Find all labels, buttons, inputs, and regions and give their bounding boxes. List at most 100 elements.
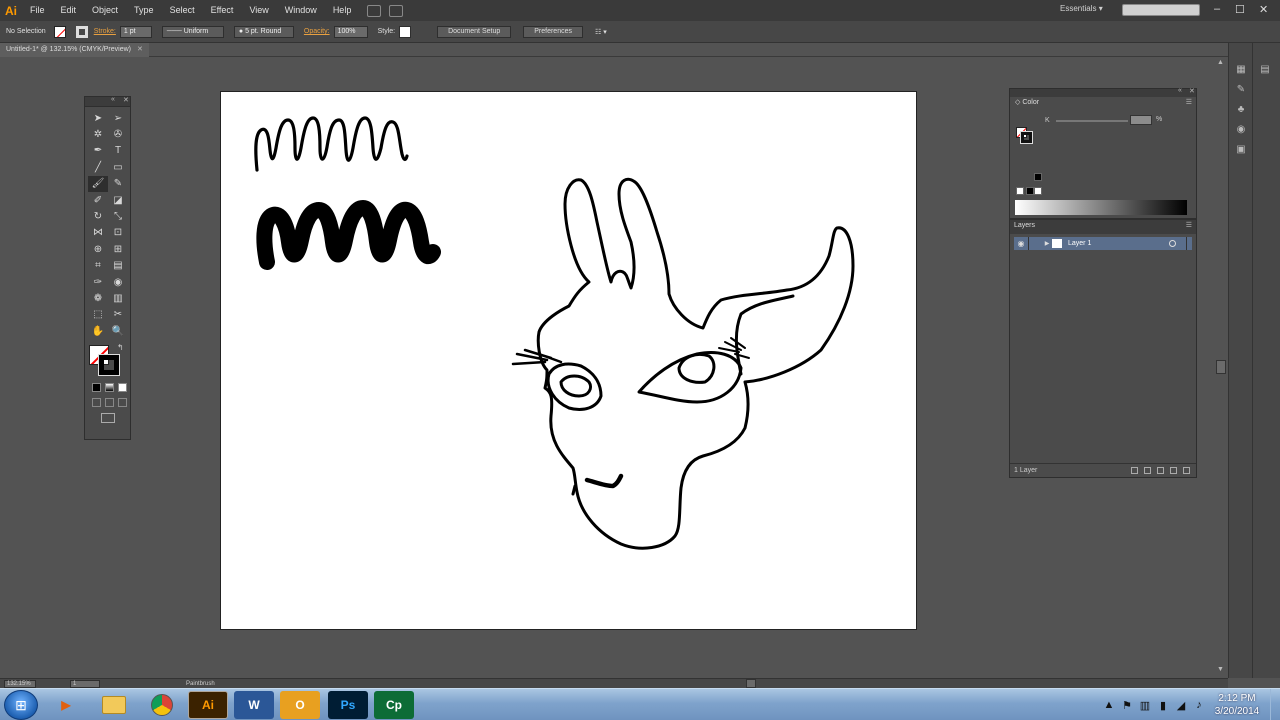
delete-layer-icon[interactable] [1183,467,1190,474]
collapse-icon[interactable]: « [1178,87,1182,94]
network-icon[interactable]: ▥ [1136,699,1154,712]
signal-icon[interactable]: ◢ [1172,699,1190,712]
pencil-tool-icon[interactable]: ✎ [108,176,128,192]
menu-object[interactable]: Object [84,0,126,21]
blend-tool-icon[interactable]: ◉ [108,274,128,290]
change-screen-mode-icon[interactable] [101,413,115,424]
stroke-swatch[interactable] [75,25,88,38]
close-panel-icon[interactable]: ✕ [123,96,129,104]
vertical-scrollbar[interactable]: ▲ ▼ [1214,57,1228,678]
zoom-level-field[interactable]: 132.15% [4,680,36,688]
scroll-down-icon[interactable]: ▼ [1217,666,1224,673]
arrange-icon[interactable]: ☷ ▾ [595,28,607,36]
minimize-button[interactable]: – [1214,3,1220,15]
show-desktop-button[interactable] [1270,689,1280,720]
k-slider[interactable] [1056,120,1128,122]
last-color-swatch[interactable] [1034,173,1042,181]
preferences-button[interactable]: Preferences [523,25,583,38]
fill-swatch[interactable] [53,25,66,38]
graphic-style-swatch[interactable] [399,25,412,38]
pen-tool-icon[interactable]: ✒ [88,143,108,159]
none-swatch[interactable] [1016,187,1024,195]
color-guide-icon[interactable]: ▦ [1229,59,1253,79]
flag-icon[interactable]: ⚑ [1118,699,1136,712]
gradient-tool-icon[interactable]: ▤ [108,258,128,274]
shape-builder-tool-icon[interactable]: ⊕ [88,241,108,257]
menu-type[interactable]: Type [126,0,162,21]
visibility-eye-icon[interactable]: ◉ [1014,239,1028,248]
stroke-label[interactable]: Stroke: [94,28,116,35]
eraser-tool-icon[interactable]: ◪ [108,192,128,208]
menu-window[interactable]: Window [277,0,325,21]
color-tab[interactable]: ◇ Color [1010,97,1045,109]
outlook-icon[interactable]: O [280,691,320,719]
start-button[interactable]: ⊞ [4,690,38,720]
brushes-icon[interactable]: ✎ [1229,79,1253,99]
new-layer-icon[interactable] [1170,467,1177,474]
color-stroke-swatch[interactable] [1020,131,1033,144]
mesh-tool-icon[interactable]: ⌗ [88,258,108,274]
lock-toggle[interactable] [1028,237,1042,250]
illustrator-icon[interactable]: Ai [188,691,228,719]
target-circle-icon[interactable] [1169,240,1176,247]
column-graph-tool-icon[interactable]: ▥ [108,290,128,306]
color-panel-strip[interactable]: « ✕ [1010,87,1196,97]
new-sublayer-icon[interactable] [1157,467,1164,474]
none-mode-button[interactable] [118,383,127,393]
layer-row[interactable]: ◉ ▶ Layer 1 [1014,237,1192,250]
draw-normal-icon[interactable] [92,398,101,408]
menu-select[interactable]: Select [162,0,203,21]
maximize-button[interactable]: ☐ [1235,3,1245,16]
hand-tool-icon[interactable]: ✋ [88,323,108,339]
document-tab[interactable]: Untitled-1* @ 132.15% (CMYK/Preview) ✕ [0,43,149,57]
expand-arrow-icon[interactable]: ▶ [1042,240,1052,247]
variable-width-profile[interactable]: ─── Uniform [161,25,224,38]
close-tab-icon[interactable]: ✕ [137,46,143,53]
power-icon[interactable]: ▮ [1154,699,1172,712]
stroke-weight-field[interactable]: 1 pt [119,25,152,38]
free-transform-tool-icon[interactable]: ⊡ [108,225,128,241]
current-tool-status[interactable]: Paintbrush [186,680,215,688]
arrange-documents-icon[interactable] [389,4,404,17]
captivate-icon[interactable]: Cp [374,691,414,719]
stroke-black-swatch[interactable] [98,354,120,377]
swap-fill-stroke-icon[interactable]: ↰ [117,343,124,352]
rotate-tool-icon[interactable]: ↻ [88,208,108,224]
layer-name[interactable]: Layer 1 [1068,240,1091,247]
black-swatch[interactable] [1026,187,1034,195]
color-spectrum-ramp[interactable] [1015,200,1187,215]
artboard-tool-icon[interactable]: ⬚ [88,307,108,323]
media-player-icon[interactable]: ▶ [46,691,86,719]
selection-tool-icon[interactable]: ➤ [88,110,108,126]
opacity-field[interactable]: 100% [333,25,368,38]
search-help-input[interactable] [1122,4,1200,16]
panel-menu-icon[interactable]: ☰ [1186,221,1192,229]
menu-edit[interactable]: Edit [53,0,85,21]
scroll-up-icon[interactable]: ▲ [1217,59,1224,66]
panel-menu-icon[interactable]: ☰ [1186,98,1192,106]
white-swatch[interactable] [1034,187,1042,195]
perspective-grid-tool-icon[interactable]: ⊞ [108,241,128,257]
word-icon[interactable]: W [234,691,274,719]
draw-inside-icon[interactable] [118,398,127,408]
magic-wand-tool-icon[interactable]: ✲ [88,126,108,142]
scale-tool-icon[interactable]: ⤡ [108,208,128,224]
symbol-sprayer-tool-icon[interactable]: ❁ [88,290,108,306]
direct-selection-tool-icon[interactable]: ➢ [108,110,128,126]
file-explorer-icon[interactable] [94,691,134,719]
width-tool-icon[interactable]: ⋈ [88,225,108,241]
bridge-icon[interactable] [367,4,382,17]
clipping-mask-icon[interactable] [1144,467,1151,474]
artboard[interactable] [220,91,917,630]
locate-object-icon[interactable] [1131,467,1138,474]
eyedropper-tool-icon[interactable]: ✑ [88,274,108,290]
system-clock[interactable]: 2:12 PM 3/20/2014 [1212,692,1262,718]
close-panel-icon[interactable]: ✕ [1189,87,1195,95]
gradient-mode-button[interactable] [105,383,114,393]
zoom-tool-icon[interactable]: 🔍 [108,323,128,339]
vertical-scroll-thumb[interactable] [1216,360,1226,374]
collapse-icon[interactable]: « [111,96,115,103]
layers-panel-header[interactable]: Layers ☰ [1010,220,1196,234]
layers-tab[interactable]: Layers [1014,222,1035,229]
workspace-switcher[interactable]: Essentials ▾ [1060,4,1103,13]
